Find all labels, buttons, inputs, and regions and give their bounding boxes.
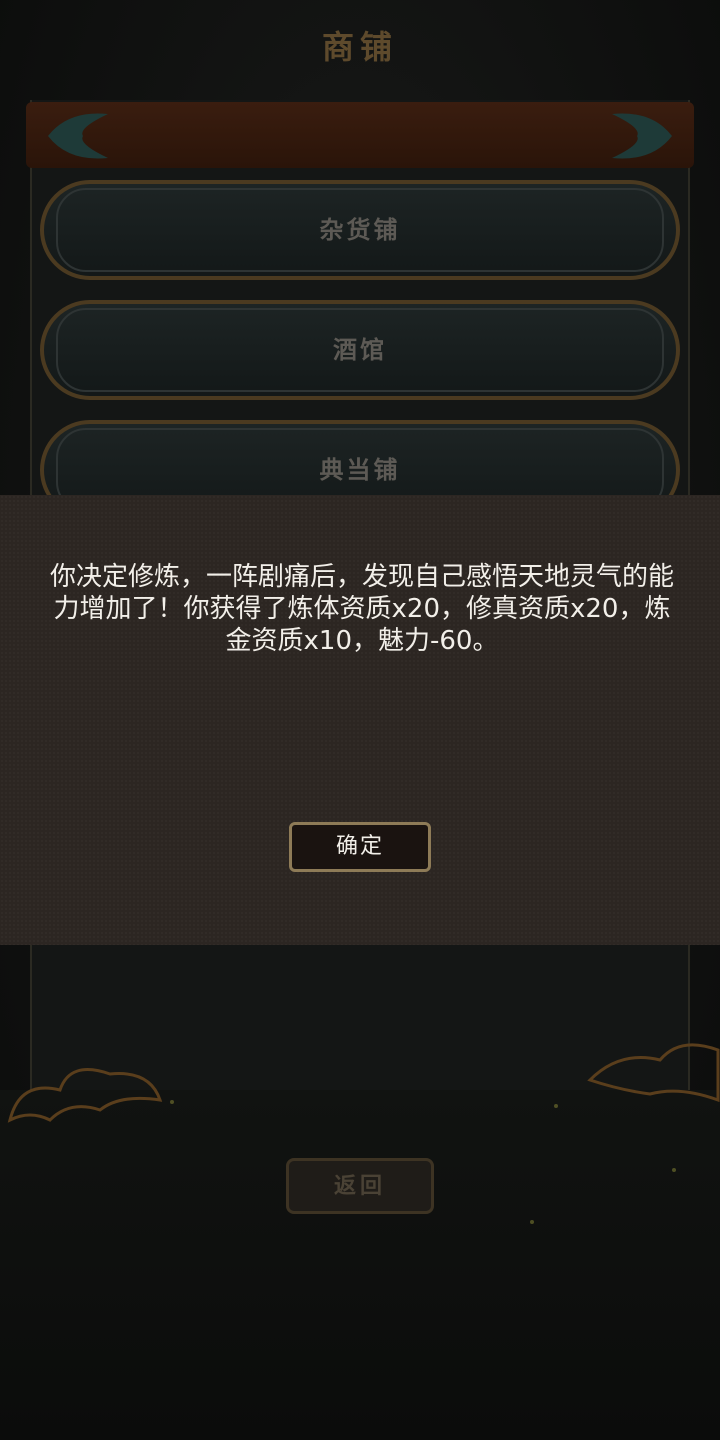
scroll-cap-right-ornament [592,108,682,164]
scroll-cap-left-ornament [38,108,128,164]
sparkle [672,1168,676,1172]
shop-item-tavern[interactable]: 酒馆 [40,300,680,400]
confirm-button[interactable]: 确定 [289,822,431,872]
shop-item-general-store[interactable]: 杂货铺 [40,180,680,280]
shop-item-label: 杂货铺 [319,215,401,244]
shop-item-label: 酒馆 [333,335,387,364]
dialog-message: 你决定修炼，一阵剧痛后，发现自己感悟天地灵气的能力增加了！你获得了炼体资质x20… [49,562,674,656]
sparkle [554,1104,558,1108]
cloud-left-ornament [7,1068,163,1123]
event-dialog: 你决定修炼，一阵剧痛后，发现自己感悟天地灵气的能力增加了！你获得了炼体资质x20… [0,495,720,945]
sparkle [530,1220,534,1224]
shop-screen: 商铺 杂货铺 酒馆 典当铺 返回 你决定修炼，一阵剧痛后，发现自己感悟天地灵气的… [0,0,720,1440]
cloud-right-ornament [587,1043,720,1103]
sparkle [170,1100,174,1104]
page-title: 商铺 [321,28,398,66]
back-button[interactable]: 返回 [286,1158,434,1214]
